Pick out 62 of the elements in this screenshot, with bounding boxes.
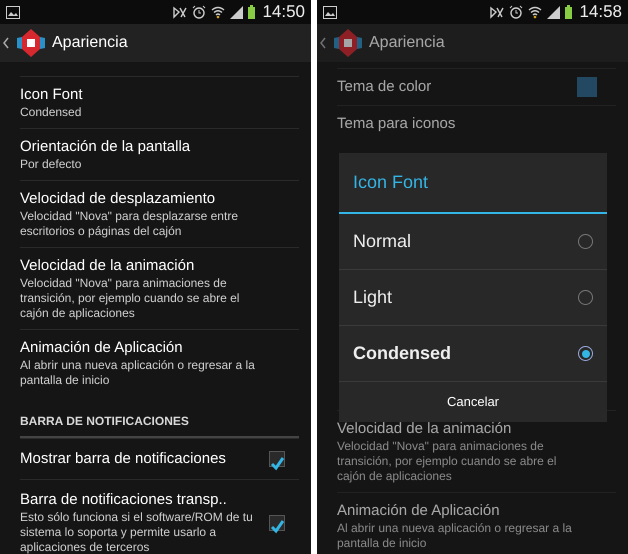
setting-title: Velocidad de desplazamiento bbox=[20, 189, 216, 209]
battery-icon bbox=[565, 5, 572, 19]
radio-option[interactable]: Light bbox=[339, 270, 607, 326]
app-logo-icon bbox=[333, 28, 363, 58]
setting-row[interactable]: Orientación de la pantalla Por defecto bbox=[20, 128, 299, 180]
wifi-icon bbox=[211, 5, 226, 19]
setting-summary: Al abrir una nueva aplicación o regresar a la pantalla de inicio bbox=[337, 521, 573, 551]
signal-icon bbox=[230, 6, 244, 18]
alarm-icon bbox=[509, 5, 524, 19]
setting-title: Tema de color bbox=[337, 77, 432, 97]
screen-title: Apariencia bbox=[369, 33, 445, 53]
setting-title: Orientación de la pantalla bbox=[20, 137, 192, 157]
setting-summary: Esto sólo funciona si el software/ROM de tu sistema lo soporta y permite usarlo a aplicaciones de terceros bbox=[20, 510, 254, 554]
alarm-icon bbox=[192, 5, 206, 19]
setting-summary: Al abrir una nueva aplicación o regresar a la pantalla de inicio bbox=[20, 358, 256, 388]
setting-summary: Condensed bbox=[20, 105, 82, 120]
back-icon[interactable] bbox=[2, 36, 10, 50]
radio-button[interactable] bbox=[578, 346, 593, 361]
setting-row[interactable]: Velocidad de la animación Velocidad "Nova" para animaciones de transición, por ejemplo cuando se abre el cajón de aplicaciones bbox=[20, 247, 299, 329]
status-time: 14:50 bbox=[262, 1, 305, 24]
setting-title: Barra de notificaciones transp.. bbox=[20, 490, 228, 510]
setting-row[interactable]: Tema de color bbox=[337, 68, 616, 105]
screen-title: Apariencia bbox=[52, 33, 128, 53]
setting-row[interactable]: Mostrar barra de notificaciones bbox=[20, 438, 299, 479]
setting-title: Tema para iconos bbox=[337, 114, 456, 134]
radio-option[interactable]: Normal bbox=[339, 214, 607, 270]
setting-row[interactable]: Velocidad de desplazamiento Velocidad "Nova" para desplazarse entre escritorios o páginas del cajón bbox=[20, 180, 299, 247]
gallery-icon bbox=[323, 6, 337, 18]
status-time: 14:58 bbox=[579, 1, 622, 24]
setting-title: Velocidad de la animación bbox=[337, 419, 512, 439]
setting-row[interactable]: Barra de notificaciones transp.. Esto sólo funciona si el software/ROM de tu sistema lo soporta y permite usarlo a aplicaciones de terceros bbox=[20, 479, 299, 554]
setting-title: Velocidad de la animación bbox=[20, 256, 196, 276]
wifi-icon bbox=[528, 5, 542, 19]
setting-summary: Velocidad "Nova" para desplazarse entre escritorios o páginas del cajón bbox=[20, 209, 239, 239]
setting-title: Animación de Aplicación bbox=[337, 501, 501, 521]
section-header: BARRA DE NOTIFICACIONES bbox=[20, 413, 190, 430]
radio-button[interactable] bbox=[578, 290, 593, 305]
signal-icon bbox=[547, 6, 560, 18]
setting-row[interactable]: Tema para iconos bbox=[337, 105, 616, 142]
battery-icon bbox=[248, 5, 256, 19]
mute-icon bbox=[173, 6, 188, 18]
option-label: Light bbox=[353, 286, 394, 309]
color-swatch bbox=[577, 77, 597, 97]
option-label: Normal bbox=[353, 230, 412, 253]
checkbox[interactable] bbox=[269, 514, 285, 530]
app-logo-icon bbox=[16, 28, 46, 58]
radio-option[interactable]: Condensed bbox=[339, 326, 607, 382]
setting-row[interactable]: Animación de Aplicación Al abrir una nueva aplicación o regresar a la pantalla de inicio bbox=[337, 492, 616, 554]
radio-button[interactable] bbox=[578, 234, 593, 249]
back-icon[interactable] bbox=[319, 36, 327, 50]
option-label: Condensed bbox=[353, 342, 452, 365]
setting-title: Mostrar barra de notificaciones bbox=[20, 449, 227, 469]
setting-title: Animación de Aplicación bbox=[20, 338, 184, 358]
setting-summary: Por defecto bbox=[20, 157, 82, 172]
setting-row[interactable]: Icon Font Condensed bbox=[20, 76, 299, 128]
setting-row[interactable]: Animación de Aplicación Al abrir una nueva aplicación o regresar a la pantalla de inicio bbox=[20, 329, 299, 396]
setting-title: Icon Font bbox=[20, 85, 84, 105]
setting-summary: Velocidad "Nova" para animaciones de transición, por ejemplo cuando se abre el cajón de aplicaciones bbox=[20, 276, 240, 321]
mute-icon bbox=[490, 6, 504, 18]
gallery-icon bbox=[6, 6, 20, 18]
setting-summary: Velocidad "Nova" para animaciones de transición, por ejemplo cuando se abre el cajón de aplicaciones bbox=[337, 439, 558, 484]
dialog-title: Icon Font bbox=[339, 153, 607, 214]
